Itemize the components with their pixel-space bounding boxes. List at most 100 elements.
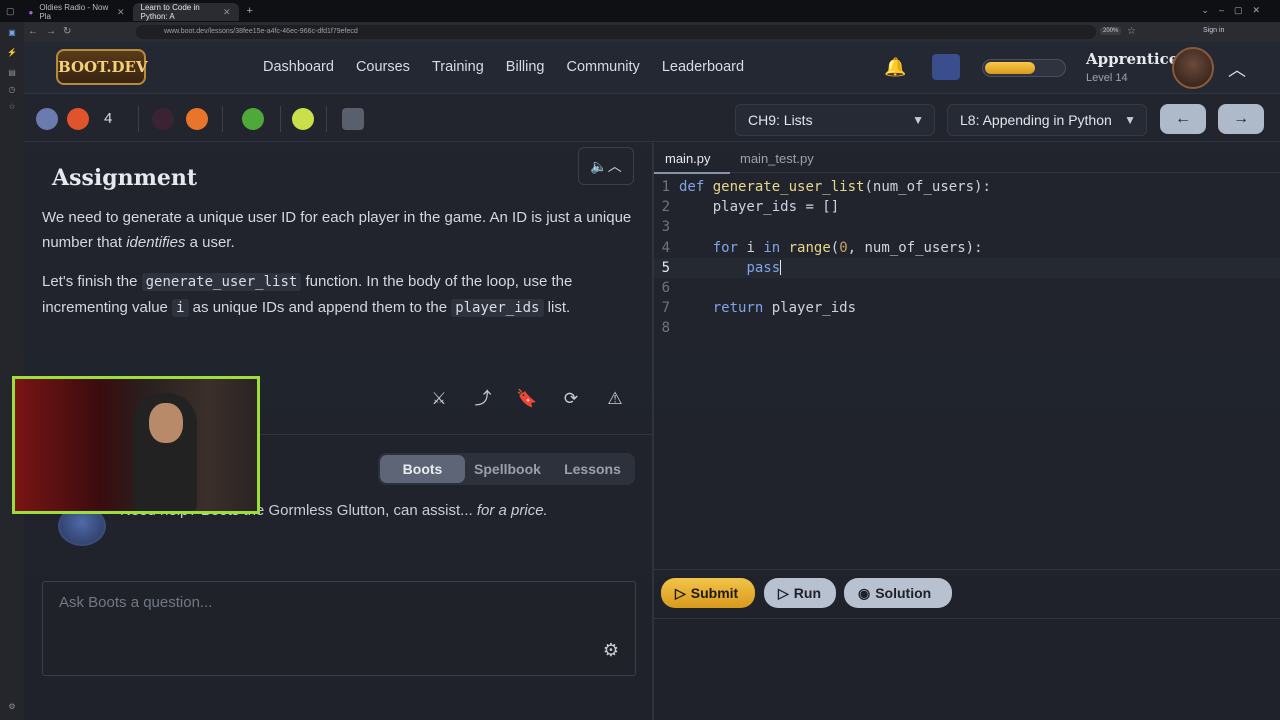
zoom-badge[interactable]: 200%	[1100, 27, 1122, 35]
submit-label: Submit	[690, 585, 739, 601]
submit-button[interactable]: ▷ Submit	[661, 578, 755, 608]
text: a user.	[185, 234, 235, 251]
divider	[138, 106, 139, 132]
code-text: pass	[746, 259, 782, 276]
sidebar-star-icon[interactable]: ☆	[7, 102, 17, 112]
code-text: def generate_user_list(num_of_users):	[679, 179, 991, 195]
forward-icon[interactable]: →	[46, 26, 56, 37]
frozen-flame-icon[interactable]	[36, 108, 58, 130]
sidebar-extension-icon[interactable]: ⚡	[7, 48, 17, 58]
inline-code: i	[172, 299, 189, 317]
browser-sidebar: ▣ ⚡ ▤ ◷ ☆ ⚙	[0, 22, 24, 720]
share-icon[interactable]: ⤴	[472, 388, 494, 410]
fire-icon[interactable]	[186, 108, 208, 130]
next-lesson-button[interactable]: →	[1218, 104, 1264, 134]
run-button[interactable]: ▷ Run	[764, 578, 836, 608]
code-line: 3	[654, 217, 1280, 237]
line-number: 6	[661, 279, 670, 296]
sidebar-settings-icon[interactable]: ⚙	[7, 702, 17, 712]
ask-boots-input[interactable]: Ask Boots a question... ⚙	[42, 581, 636, 676]
arrow-left-icon: ←	[1175, 110, 1191, 127]
code-area[interactable]: 1 def generate_user_list(num_of_users): 2…	[654, 177, 1280, 339]
chevron-up-icon[interactable]: ︿	[1228, 56, 1246, 82]
webcam-overlay	[12, 376, 260, 514]
bookmark-icon[interactable]: 🔖	[516, 388, 538, 410]
browser-tab-bar: ▢ ● Oldies Radio - Now Pla ✕ Learn to Co…	[0, 0, 1280, 22]
user-avatar[interactable]	[1172, 47, 1214, 89]
url-field[interactable]: www.boot.dev/lessons/38fee15e-a4fc-46ec-…	[136, 25, 1096, 39]
herb-icon[interactable]	[242, 108, 264, 130]
code-line: 1 def generate_user_list(num_of_users):	[654, 177, 1280, 197]
code-line: 2 player_ids = []	[654, 197, 1280, 217]
speaker-icon: 🔈︿	[590, 158, 622, 174]
divider	[654, 618, 1280, 619]
tab-main-py[interactable]: main.py	[665, 151, 711, 166]
potion-icon[interactable]	[152, 108, 174, 130]
bookmark-star-icon[interactable]: ☆	[1127, 26, 1136, 37]
audio-icon: ●	[28, 7, 34, 17]
bootdev-logo[interactable]: BOOT.DEV	[56, 49, 148, 85]
code-editor-panel: main.py main_test.py 1 def generate_user_…	[654, 143, 1280, 720]
gear-icon[interactable]: ⚙	[603, 640, 619, 661]
new-tab-icon[interactable]: +	[247, 5, 253, 17]
solution-button[interactable]: ◉ Solution	[844, 578, 952, 608]
nav-training[interactable]: Training	[432, 59, 484, 75]
inline-code: player_ids	[451, 299, 544, 317]
warning-icon[interactable]: ⚠	[604, 388, 626, 410]
divider	[326, 106, 327, 132]
chapter-select-label: CH9: Lists	[748, 112, 813, 128]
treasure-chest-icon[interactable]	[932, 54, 960, 80]
tab-lessons[interactable]: Lessons	[550, 461, 635, 477]
sword-icon[interactable]: ⚔	[428, 388, 450, 410]
close-tab-icon[interactable]: ✕	[117, 7, 125, 18]
assignment-title: Assignment	[52, 165, 198, 191]
nav-dashboard[interactable]: Dashboard	[263, 59, 334, 75]
elixir-icon[interactable]	[292, 108, 314, 130]
code-line: 7 return player_ids	[654, 298, 1280, 318]
nav-leaderboard[interactable]: Leaderboard	[662, 59, 744, 75]
reload-icon[interactable]: ↻	[63, 26, 71, 37]
nav-billing[interactable]: Billing	[506, 59, 545, 75]
notification-bell-icon[interactable]: 🔔	[884, 57, 906, 78]
browser-tab-bootdev[interactable]: Learn to Code in Python: A ✕	[132, 3, 239, 21]
address-bar-area: ← → ↻ www.boot.dev/lessons/38fee15e-a4fc…	[0, 22, 1280, 42]
tab-boots[interactable]: Boots	[380, 455, 465, 483]
sidebar-history-icon[interactable]: ◷	[7, 85, 17, 95]
back-icon[interactable]: ←	[28, 26, 38, 37]
refresh-icon[interactable]: ⟳	[560, 388, 582, 410]
line-number: 1	[661, 179, 670, 195]
tab-spellbook[interactable]: Spellbook	[465, 461, 550, 477]
window-controls[interactable]: ⌄–▢✕	[1201, 5, 1270, 16]
nav-courses[interactable]: Courses	[356, 59, 410, 75]
chevron-down-icon: ▼	[912, 113, 924, 127]
play-icon: ▷	[778, 585, 789, 601]
sidebar-panel-icon[interactable]: ▣	[7, 28, 17, 38]
sidebar-bookmarks-icon[interactable]: ▤	[7, 68, 17, 78]
lesson-select[interactable]: L8: Appending in Python ▼	[947, 104, 1147, 136]
close-tab-icon[interactable]: ✕	[223, 7, 231, 18]
play-icon: ▷	[675, 585, 686, 601]
code-line: 6	[654, 278, 1280, 298]
browser-tab-oldies[interactable]: ● Oldies Radio - Now Pla ✕	[21, 3, 133, 21]
code-text: for i in range(0, num_of_users):	[712, 239, 983, 256]
previous-lesson-button[interactable]: ←	[1160, 104, 1206, 134]
url-text: www.boot.dev/lessons/38fee15e-a4fc-46ec-…	[164, 28, 358, 35]
chevron-down-icon: ▼	[1124, 113, 1136, 127]
gem-icon[interactable]	[67, 108, 89, 130]
line-number: 3	[661, 219, 670, 236]
user-rank: Apprentice	[1086, 50, 1179, 68]
sign-in-link[interactable]: Sign in	[1203, 27, 1224, 34]
text: list.	[543, 299, 571, 316]
main-nav: Dashboard Courses Training Billing Commu…	[263, 59, 766, 75]
nav-community[interactable]: Community	[566, 59, 639, 75]
browser-menu-icon[interactable]: ▢	[6, 6, 15, 17]
tab-main-test-py[interactable]: main_test.py	[740, 151, 814, 166]
solution-label: Solution	[875, 585, 932, 601]
lesson-actions: ⚔ ⤴ 🔖 ⟳ ⚠	[428, 388, 626, 410]
line-number: 5	[661, 259, 670, 276]
audio-toggle-button[interactable]: 🔈︿	[578, 147, 634, 185]
chapter-select[interactable]: CH9: Lists ▼	[735, 104, 935, 136]
emphasis: for a price.	[476, 502, 548, 519]
chest-icon[interactable]	[342, 108, 364, 130]
assistant-tabs: Boots Spellbook Lessons	[378, 453, 635, 485]
